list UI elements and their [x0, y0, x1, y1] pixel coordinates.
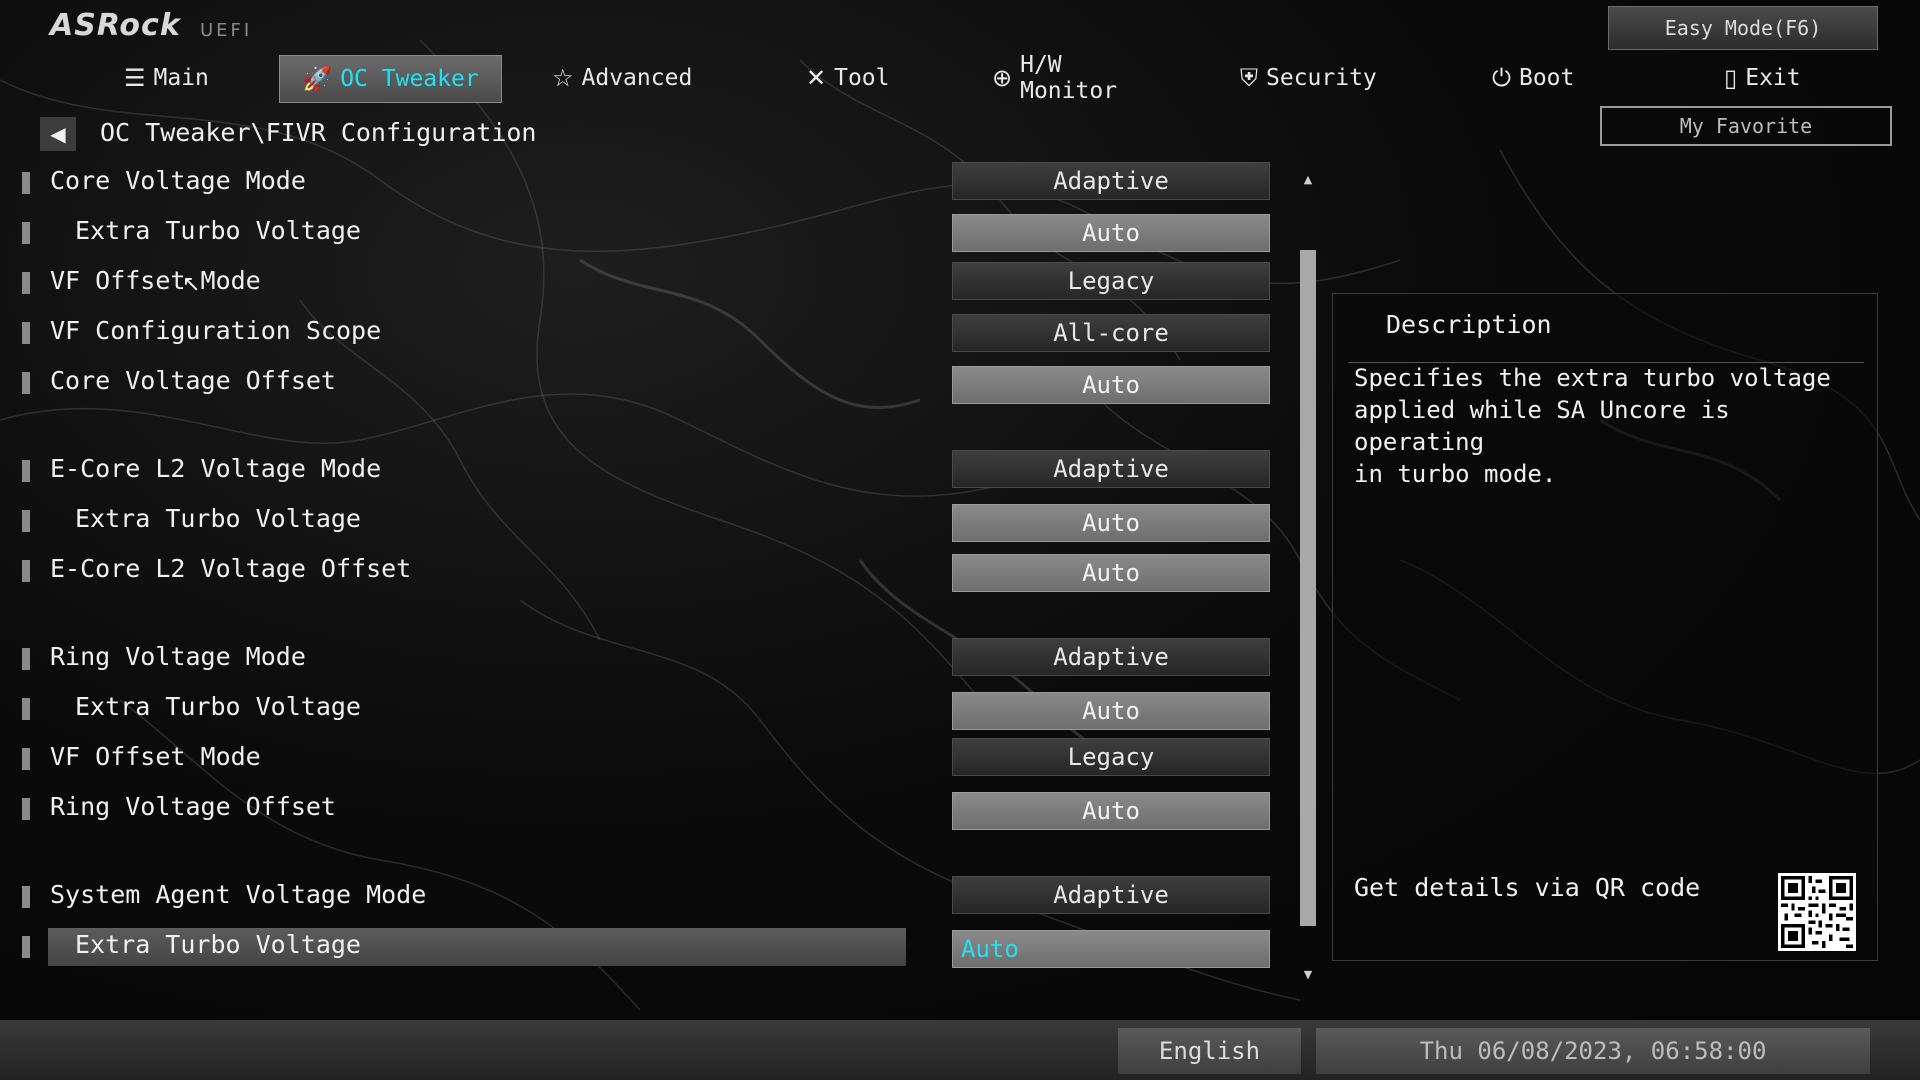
row-marker [22, 886, 30, 908]
qr-code-icon[interactable] [1778, 873, 1856, 951]
tab-label: Exit [1745, 65, 1801, 91]
setting-label[interactable]: E-Core L2 Voltage Mode [50, 454, 381, 483]
setting-label[interactable]: Ring Voltage Mode [50, 642, 306, 671]
row-marker [22, 698, 30, 720]
setting-label-selected[interactable]: Extra Turbo Voltage [75, 930, 361, 959]
row-marker [22, 648, 30, 670]
easy-mode-button[interactable]: Easy Mode(F6) [1608, 6, 1878, 50]
setting-label[interactable]: Core Voltage Offset [50, 366, 336, 395]
power-icon: ⏻ [1492, 64, 1511, 92]
row-marker [22, 460, 30, 482]
row-marker [22, 510, 30, 532]
row-marker [22, 272, 30, 294]
setting-label[interactable]: Ring Voltage Offset [50, 792, 336, 821]
description-title: Description [1386, 310, 1552, 339]
row-marker [22, 172, 30, 194]
description-text: Specifies the extra turbo voltage applie… [1354, 364, 1831, 488]
setting-value[interactable]: Auto [952, 366, 1270, 404]
datetime-display: Thu 06/08/2023, 06:58:00 [1316, 1028, 1870, 1074]
row-marker [22, 222, 30, 244]
setting-value[interactable]: Adaptive [952, 876, 1270, 914]
row-marker [22, 748, 30, 770]
scroll-up-arrow[interactable]: ▲ [1299, 171, 1317, 187]
row-marker [22, 798, 30, 820]
setting-value[interactable]: Auto [952, 792, 1270, 830]
setting-value[interactable]: Auto [952, 554, 1270, 592]
setting-value[interactable]: Adaptive [952, 162, 1270, 200]
setting-value[interactable]: Legacy [952, 262, 1270, 300]
door-icon: ▯ [1724, 64, 1738, 92]
setting-label[interactable]: E-Core L2 Voltage Offset [50, 554, 411, 583]
setting-value[interactable]: Auto [952, 692, 1270, 730]
setting-label[interactable]: VF Offset Mode [50, 742, 261, 771]
setting-value[interactable]: All-core [952, 314, 1270, 352]
setting-label[interactable]: Core Voltage Mode [50, 166, 306, 195]
setting-value[interactable]: Auto [952, 214, 1270, 252]
setting-label[interactable]: Extra Turbo Voltage [75, 504, 361, 533]
scrollbar-thumb[interactable] [1300, 250, 1316, 926]
my-favorite-button[interactable]: My Favorite [1600, 106, 1892, 146]
row-marker [22, 372, 30, 394]
language-button[interactable]: English [1118, 1028, 1301, 1074]
qr-label: Get details via QR code [1354, 873, 1701, 902]
row-marker [22, 322, 30, 344]
setting-label[interactable]: VF Configuration Scope [50, 316, 381, 345]
setting-value[interactable]: Adaptive [952, 638, 1270, 676]
setting-value[interactable]: Auto [952, 504, 1270, 542]
setting-value[interactable]: Legacy [952, 738, 1270, 776]
setting-label[interactable]: Extra Turbo Voltage [75, 692, 361, 721]
setting-label[interactable]: Extra Turbo Voltage [75, 216, 361, 245]
row-marker [22, 936, 30, 958]
setting-value[interactable]: Adaptive [952, 450, 1270, 488]
scroll-down-arrow[interactable]: ▼ [1299, 966, 1317, 982]
setting-label[interactable]: VF Offset Mode [50, 266, 261, 295]
tab-label: Boot [1518, 65, 1575, 91]
settings-list: Core Voltage Mode Adaptive Extra Turbo V… [0, 0, 1300, 1000]
setting-value-selected[interactable]: Auto [952, 930, 1270, 968]
setting-label[interactable]: System Agent Voltage Mode [50, 880, 426, 909]
row-marker [22, 560, 30, 582]
tab-boot[interactable]: ⏻ Boot [1492, 55, 1592, 101]
tab-exit[interactable]: ▯ Exit [1724, 55, 1814, 101]
mouse-cursor-icon: ↖ [182, 272, 201, 297]
